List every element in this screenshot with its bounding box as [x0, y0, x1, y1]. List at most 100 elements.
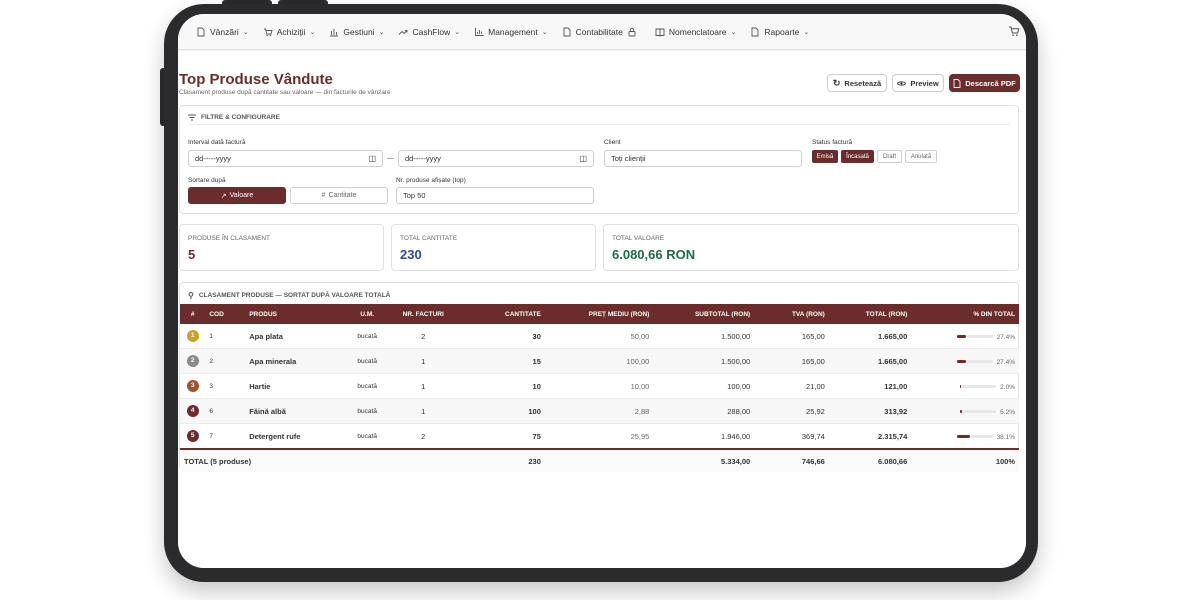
filters-title: FILTRE & CONFIGURARE — [188, 114, 280, 121]
cell-invoices: 1 — [386, 373, 460, 399]
col-invoices[interactable]: NR. FACTURI — [386, 304, 460, 324]
cell-quantity: 100 — [459, 398, 545, 424]
cell-invoices: 1 — [386, 398, 460, 424]
cell-subtotal: 1.500,00 — [653, 324, 755, 349]
cell-total: 121,00 — [828, 373, 912, 399]
cell-percent: 5.2% — [911, 398, 1019, 424]
page-title: Top Produse Vândute — [179, 71, 333, 88]
percent-value: 27.4% — [996, 333, 1015, 341]
table-row[interactable]: 5 7 Detergent rufe bucată 2 75 25,95 1.946,00 36… — [180, 423, 1019, 450]
chevron-down-icon: ⌄ — [454, 28, 461, 36]
nav-item-management[interactable]: Management ⌄ — [474, 27, 548, 37]
table-row[interactable]: 3 3 Hartie bucată 1 10 10,00 100,00 21,00 121,00 2… — [180, 373, 1019, 399]
stat-value: 5 — [188, 247, 196, 262]
col-rank[interactable]: # — [180, 304, 206, 324]
status-label: Status factură — [812, 139, 853, 146]
download-pdf-button[interactable]: Descarcă PDF — [949, 74, 1020, 92]
percent-bar-fill — [956, 435, 971, 439]
nav-item-cashflow[interactable]: CashFlow ⌄ — [398, 27, 460, 37]
percent-bar — [960, 385, 997, 389]
sort-by-quantity-button[interactable]: # Cantitate — [290, 187, 388, 204]
trend-icon: ↗ — [220, 192, 227, 200]
preview-button[interactable]: Preview — [892, 74, 944, 92]
cell-avg-price: 10,00 — [544, 373, 654, 399]
col-product[interactable]: PRODUS — [245, 304, 348, 324]
ranking-title: ⚲ CLASAMENT PRODUSE — SORTAT DUPĂ VALOAR… — [188, 291, 391, 300]
table-row[interactable]: 1 1 Apa plata bucată 2 30 50,00 1.500,00 165,00 1… — [180, 324, 1019, 349]
cell-vat: 25,92 — [754, 398, 829, 424]
col-percent[interactable]: % DIN TOTAL — [911, 304, 1019, 324]
col-quantity[interactable]: CANTITATE — [459, 304, 545, 324]
cell-code: 6 — [205, 398, 246, 424]
col-code[interactable]: COD — [205, 304, 246, 324]
status-chip-emisa[interactable]: Emisă — [812, 150, 838, 163]
date-separator: — — [387, 155, 394, 162]
rank-badge: 2 — [186, 355, 199, 367]
bar-chart-icon — [330, 28, 339, 36]
nav-item-vanzari[interactable]: Vânzări ⌄ — [196, 27, 249, 37]
stat-card-value: TOTAL VALOARE 6.080,66 RON — [603, 224, 1019, 271]
stat-value: 6.080,66 RON — [612, 247, 696, 262]
stat-value: 230 — [400, 247, 422, 262]
filter-icon — [188, 114, 196, 121]
file-icon — [197, 27, 205, 36]
chevron-down-icon: ⌄ — [309, 28, 316, 36]
ranking-table: # COD PRODUS U.M. NR. FACTURI CANTITATE … — [180, 304, 1019, 472]
cell-um: bucată — [347, 423, 387, 450]
cell-vat: 369,74 — [754, 423, 829, 450]
col-um[interactable]: U.M. — [347, 304, 387, 324]
cell-avg-price: 50,00 — [544, 324, 654, 349]
cell-product: Apa minerala — [245, 348, 348, 374]
hash-icon: # — [321, 192, 326, 199]
total-vat: 746,66 — [754, 448, 829, 472]
percent-bar — [956, 335, 993, 339]
calendar-icon: ◫ — [368, 154, 376, 163]
stat-label: TOTAL VALOARE — [612, 235, 665, 242]
book-icon — [655, 28, 665, 37]
stat-card-quantity: TOTAL CANTITATE 230 — [391, 224, 596, 271]
client-select[interactable]: Toți clienții — [604, 150, 802, 167]
stat-label: PRODUSE ÎN CLASAMENT — [188, 235, 270, 242]
main-content: Top Produse Vândute Clasament produse du… — [178, 51, 1026, 568]
chart-icon — [475, 27, 484, 36]
cell-avg-price: 25,95 — [544, 423, 654, 450]
nav-item-gestiuni[interactable]: Gestiuni ⌄ — [329, 27, 384, 37]
cell-product: Hartie — [245, 373, 348, 399]
page-subtitle: Clasament produse după cantitate sau val… — [179, 89, 391, 96]
col-vat[interactable]: TVA (RON) — [754, 304, 829, 324]
nav-item-contabilitate[interactable]: Contabilitate — [562, 27, 641, 37]
cell-product: Apa plata — [245, 324, 348, 349]
cell-vat: 165,00 — [754, 348, 829, 374]
sort-by-value-button[interactable]: ↗ Valoare — [188, 187, 286, 204]
status-chip-incasata[interactable]: Încasată — [841, 150, 874, 163]
date-to-input[interactable]: dd-----yyyy ◫ — [398, 150, 594, 167]
top-select[interactable]: Top 50 — [396, 187, 594, 204]
chevron-down-icon: ⌄ — [803, 28, 810, 36]
nav-item-nomenclatoare[interactable]: Nomenclatoare ⌄ — [655, 27, 736, 37]
reset-button[interactable]: ↻ Resetează — [827, 74, 887, 92]
table-row[interactable]: 4 6 Făină albă bucată 1 100 2,88 288,00 25,92 313… — [180, 398, 1019, 424]
status-chip-draft[interactable]: Draft — [877, 150, 902, 163]
trend-icon — [399, 29, 408, 35]
cart-icon[interactable] — [1008, 25, 1020, 37]
date-from-input[interactable]: dd-----yyyy ◫ — [188, 150, 383, 167]
cell-subtotal: 288,00 — [653, 398, 755, 424]
nav-item-rapoarte[interactable]: Rapoarte ⌄ — [750, 27, 809, 37]
cell-code: 1 — [205, 324, 246, 349]
trophy-icon: ⚲ — [188, 291, 194, 300]
nav-item-achizitii[interactable]: Achiziții ⌄ — [263, 27, 316, 37]
cart-icon — [263, 28, 273, 36]
status-chip-anulata[interactable]: Anulată — [905, 150, 937, 163]
cell-total: 1.665,00 — [828, 324, 912, 349]
col-subtotal[interactable]: SUBTOTAL (RON) — [653, 304, 755, 324]
cell-total: 313,92 — [828, 398, 912, 424]
nav-item-label: Vânzări — [210, 26, 239, 37]
col-avg-price[interactable]: PREȚ MEDIU (RON) — [544, 304, 654, 324]
rank-badge: 5 — [186, 430, 199, 442]
percent-bar-fill — [956, 360, 967, 364]
table-row[interactable]: 2 2 Apa minerala bucată 1 15 100,00 1.500,00 165… — [180, 348, 1019, 374]
cell-invoices: 1 — [386, 348, 460, 374]
percent-bar — [956, 435, 993, 439]
col-total[interactable]: TOTAL (RON) — [828, 304, 912, 324]
rank-badge: 4 — [186, 405, 199, 417]
